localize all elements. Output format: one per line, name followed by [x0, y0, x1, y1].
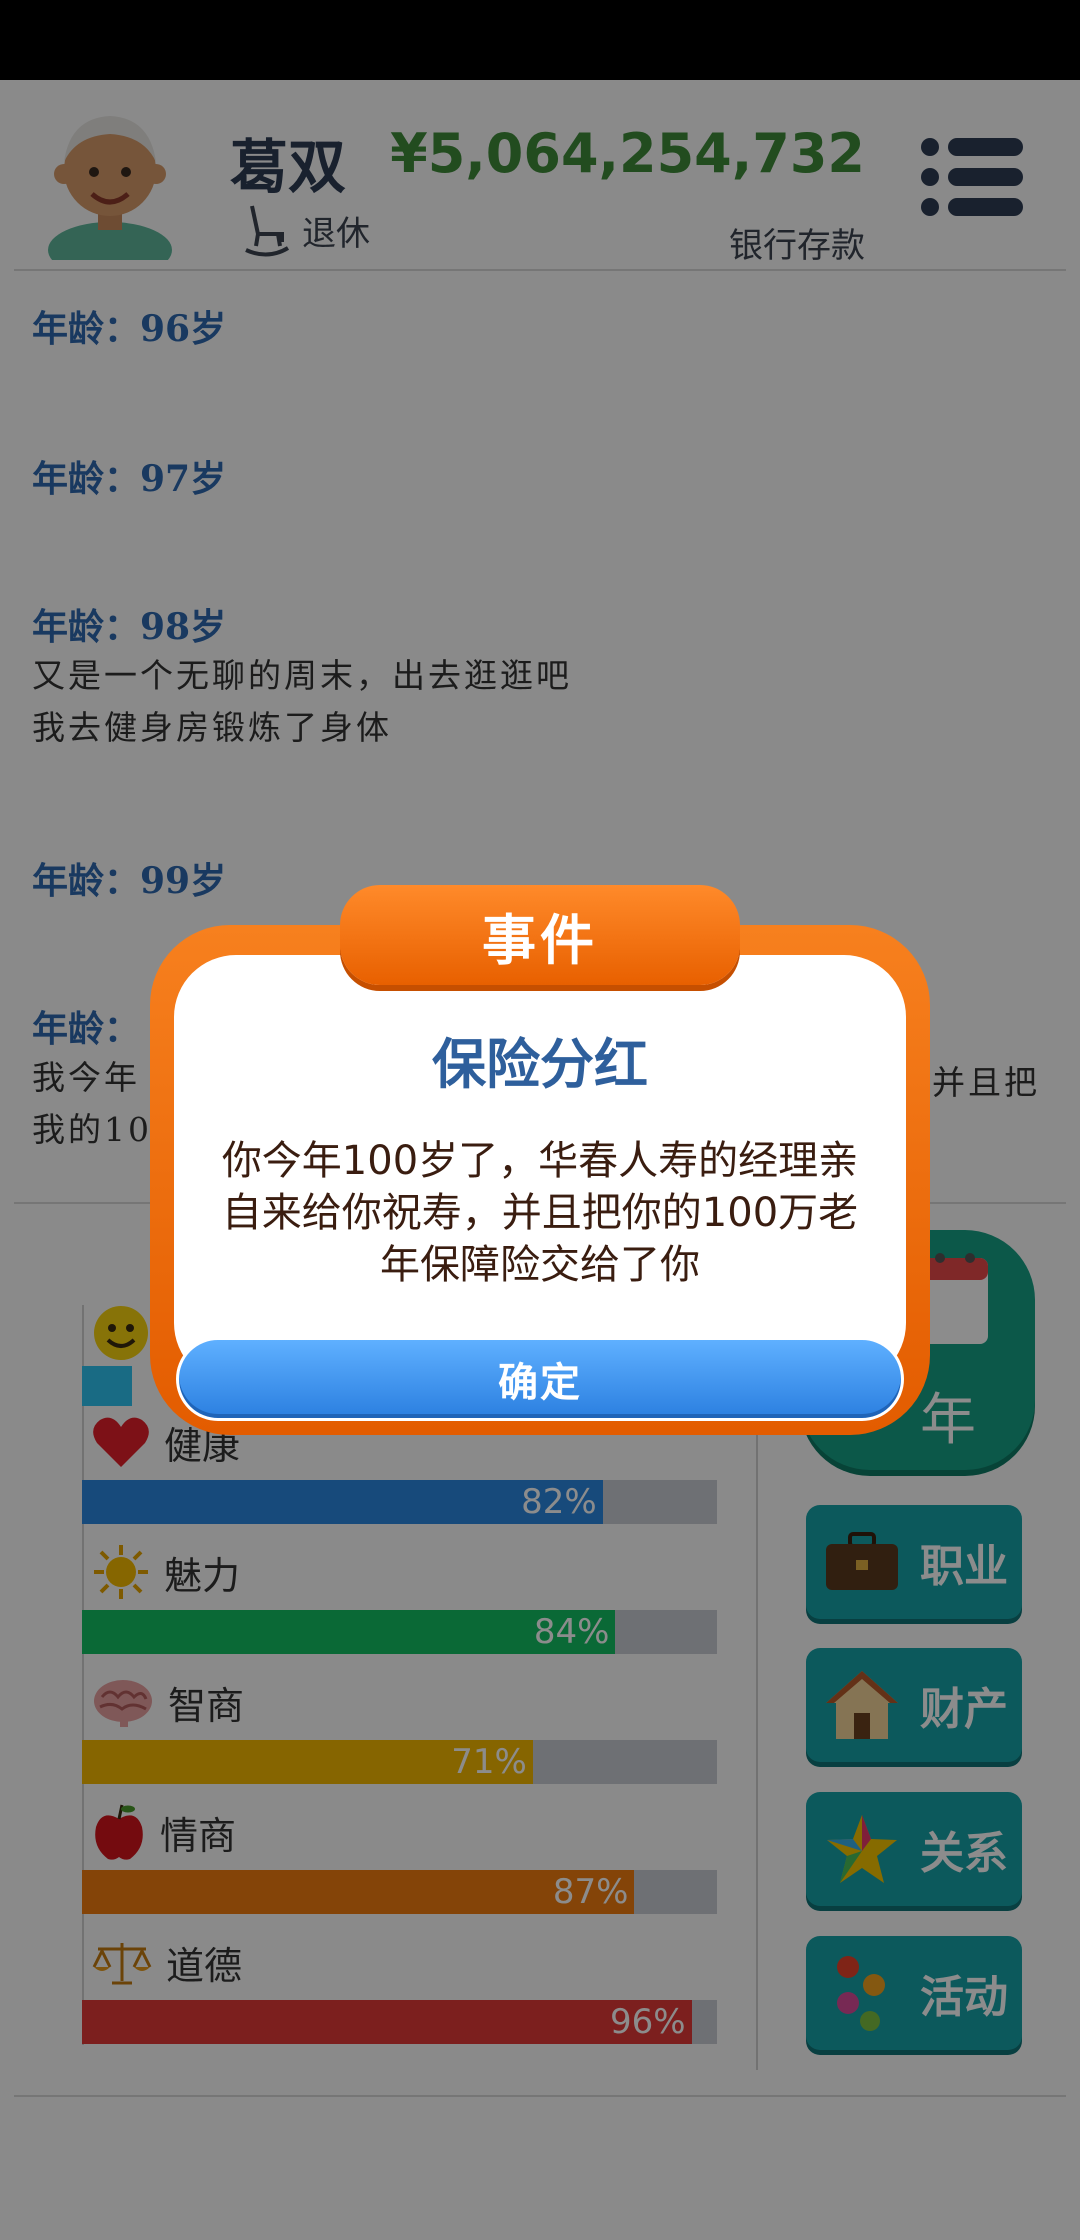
- event-dialog: 事件 保险分红 你今年100岁了，华春人寿的经理亲自来给你祝寿，并且把你的100…: [150, 885, 930, 1435]
- status-bar: [0, 0, 1080, 80]
- dialog-header-label: 事件: [482, 908, 598, 972]
- dialog-message: 你今年100岁了，华春人寿的经理亲自来给你祝寿，并且把你的100万老年保障险交给…: [221, 1138, 859, 1288]
- confirm-button[interactable]: 确定: [176, 1337, 904, 1421]
- confirm-label: 确定: [498, 1360, 582, 1406]
- dialog-header: 事件: [340, 885, 740, 985]
- dialog-title: 保险分红: [432, 1033, 648, 1096]
